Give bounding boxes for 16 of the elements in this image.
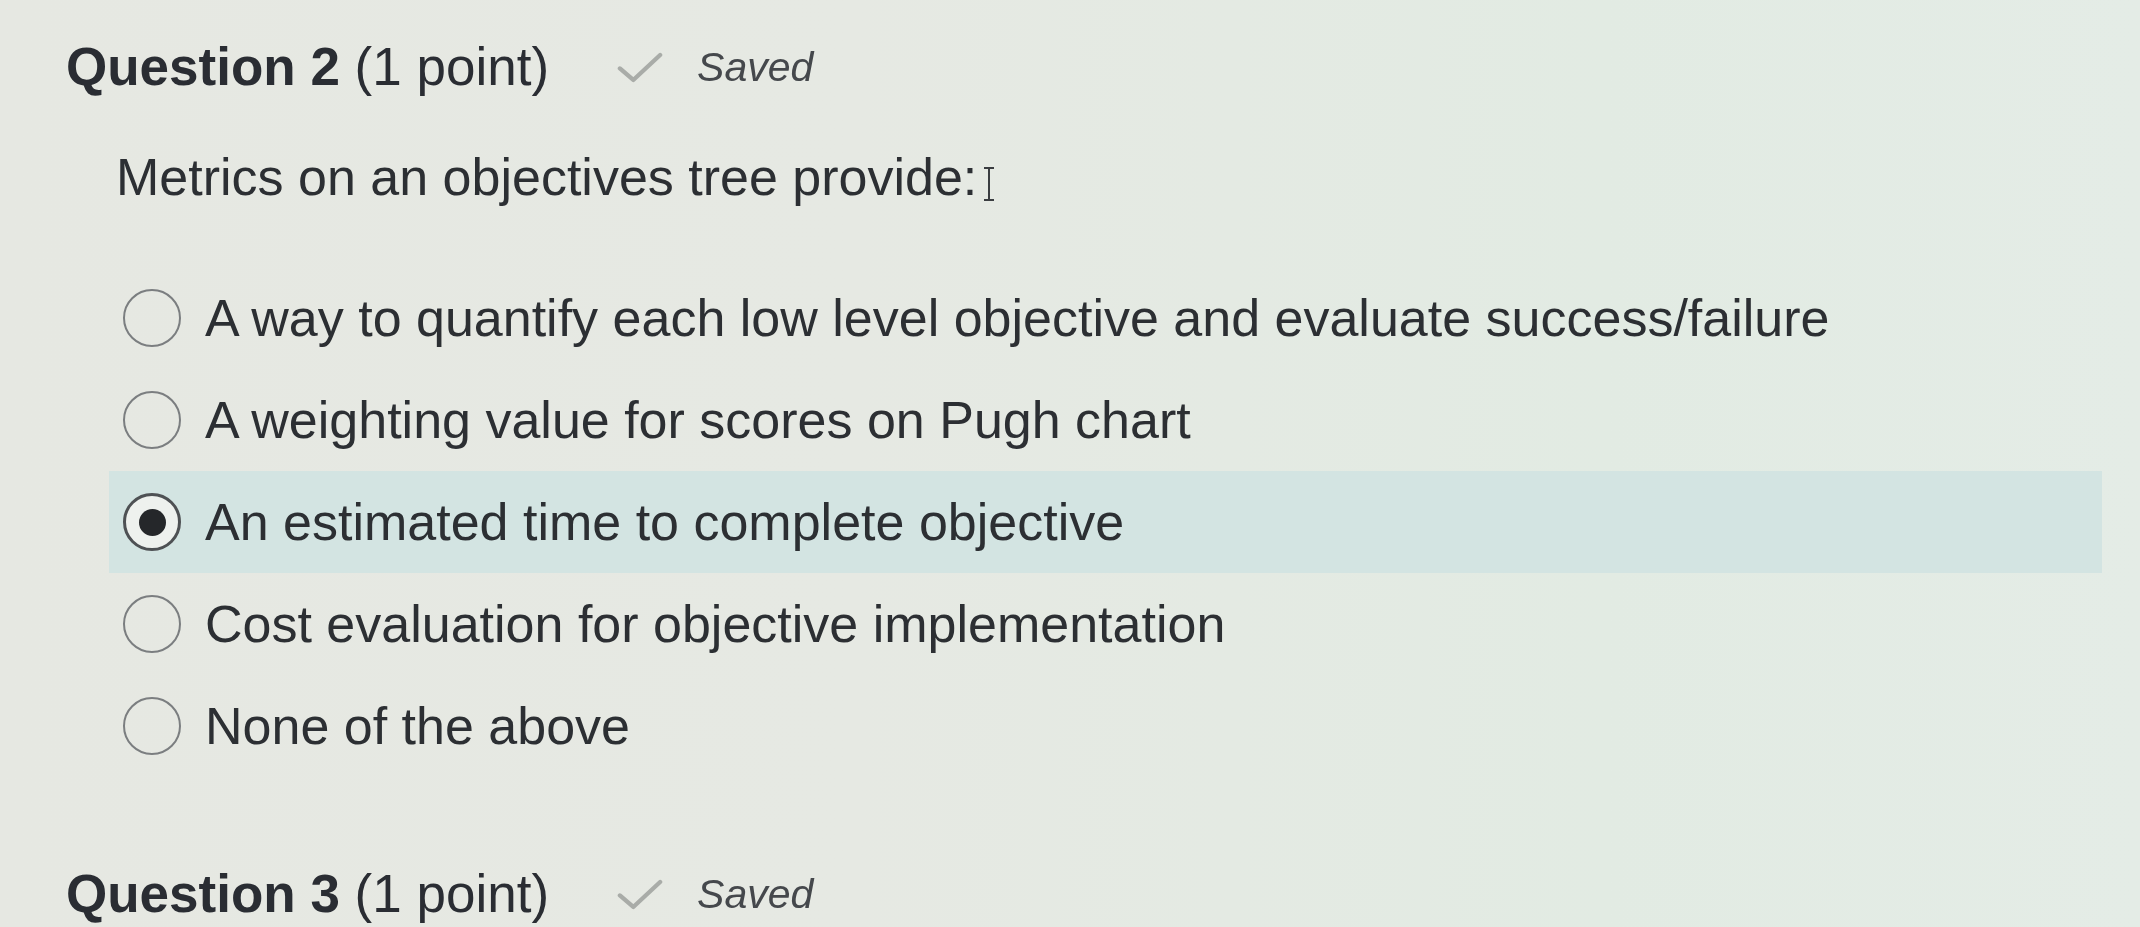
radio-button[interactable]	[123, 493, 181, 551]
radio-button[interactable]	[123, 391, 181, 449]
option-label: A weighting value for scores on Pugh chart	[205, 390, 1191, 451]
radio-button[interactable]	[123, 697, 181, 755]
radio-button[interactable]	[123, 595, 181, 653]
radio-button[interactable]	[123, 289, 181, 347]
option-label: Cost evaluation for objective implementation	[205, 594, 1226, 655]
question-text: Metrics on an objectives tree provide:	[116, 147, 978, 208]
saved-status: Saved	[697, 43, 814, 92]
option-label: A way to quantify each low level objective and evaluate success/failure	[205, 288, 1830, 349]
option-label: An estimated time to complete objective	[205, 492, 1125, 553]
text-cursor-icon	[983, 167, 996, 201]
question-heading: Question 3 (1 point)	[66, 863, 550, 925]
question-heading: Question 2 (1 point)	[66, 36, 550, 98]
option-label: None of the above	[205, 696, 630, 757]
saved-status: Saved	[697, 870, 814, 919]
